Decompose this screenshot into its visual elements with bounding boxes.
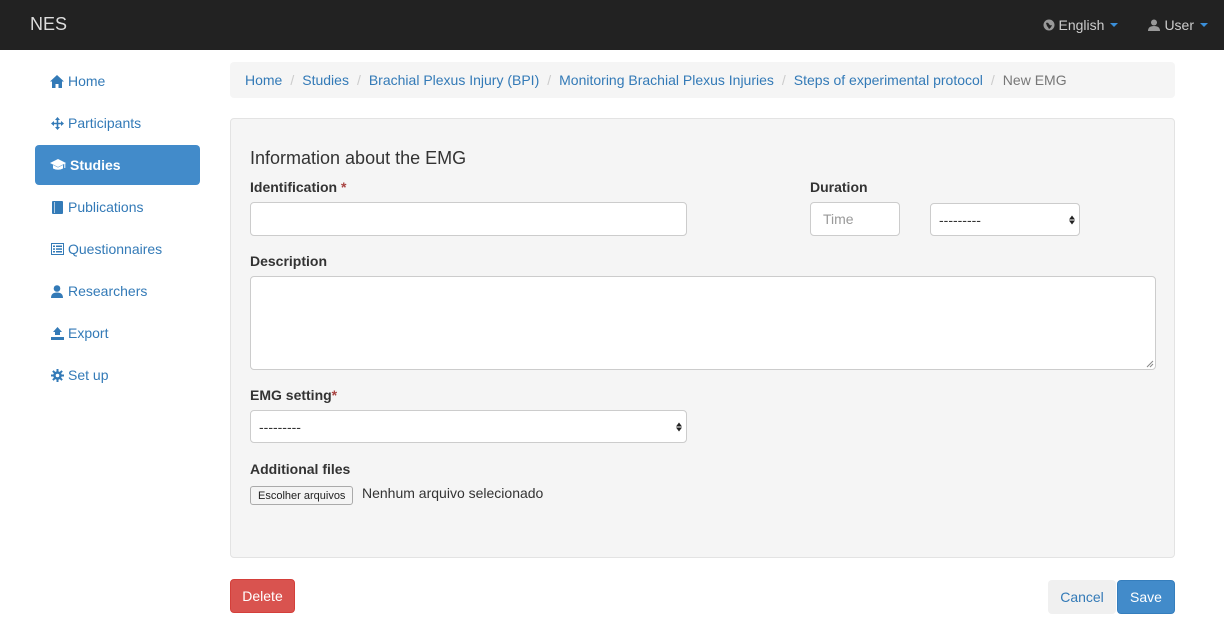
sidebar-item-home[interactable]: Home [35,61,200,101]
globe-icon [1043,19,1055,31]
top-navbar: NES English User [0,0,1224,50]
description-textarea[interactable] [250,276,1156,370]
sidebar-item-label: Questionnaires [68,241,163,257]
user-dropdown[interactable]: User [1148,17,1208,33]
breadcrumb-studies[interactable]: Studies [302,72,349,88]
breadcrumb-protocol-steps[interactable]: Steps of experimental protocol [794,72,983,88]
graduation-cap-icon [50,158,66,172]
user-icon [50,284,64,298]
sidebar-item-label: Participants [68,115,142,131]
breadcrumb-separator: / [290,72,295,88]
identification-label-text: Identification [250,179,338,195]
emg-form-panel: Information about the EMG Identification… [230,118,1175,558]
identification-label: Identification * [250,179,346,195]
sidebar-item-label: Studies [70,157,121,173]
description-label: Description [250,253,328,269]
duration-unit-value: --------- [939,211,981,228]
sidebar-item-label: Export [68,325,109,341]
breadcrumb-separator: / [356,72,361,88]
delete-button[interactable]: Delete [230,579,295,613]
sidebar-item-label: Home [68,73,106,89]
emg-setting-value: --------- [259,418,301,435]
breadcrumb: Home / Studies / Brachial Plexus Injury … [230,62,1175,98]
cancel-button[interactable]: Cancel [1048,580,1116,614]
emg-setting-select[interactable]: --------- [250,410,687,443]
sidebar-item-questionnaires[interactable]: Questionnaires [35,229,200,269]
home-icon [50,74,64,88]
chevron-down-icon [1200,23,1208,27]
sidebar-item-studies[interactable]: Studies [35,145,200,185]
sidebar-item-label: Publications [68,199,144,215]
form-title: Information about the EMG [250,148,467,168]
file-status-text: Nenhum arquivo selecionado [362,485,544,501]
emg-setting-label: EMG setting* [250,387,337,403]
additional-files-label: Additional files [250,461,351,477]
navbar-right: English User [1043,0,1224,50]
user-label: User [1164,17,1194,33]
breadcrumb-experiment[interactable]: Monitoring Brachial Plexus Injuries [559,72,774,88]
duration-label: Duration [810,179,868,195]
sidebar-nav: Home Participants Studies Publications Q… [35,61,200,397]
emg-setting-label-text: EMG setting [250,387,332,403]
duration-unit-select[interactable]: --------- [930,203,1080,236]
language-label: English [1058,17,1105,33]
breadcrumb-separator: / [547,72,552,88]
save-button[interactable]: Save [1117,580,1175,614]
cog-icon [50,368,64,382]
breadcrumb-current: New EMG [1002,72,1067,88]
brand-logo[interactable]: NES [30,14,67,35]
export-icon [50,326,64,340]
breadcrumb-separator: / [990,72,995,88]
identification-input[interactable] [250,202,687,236]
select-arrows-icon [1069,215,1075,224]
sidebar-item-export[interactable]: Export [35,313,200,353]
sidebar-item-label: Researchers [68,283,148,299]
list-alt-icon [50,242,64,256]
required-marker: * [341,179,347,195]
sidebar-item-researchers[interactable]: Researchers [35,271,200,311]
breadcrumb-study[interactable]: Brachial Plexus Injury (BPI) [369,72,539,88]
user-icon [1148,19,1161,31]
sidebar-item-participants[interactable]: Participants [35,103,200,143]
breadcrumb-separator: / [781,72,786,88]
select-arrows-icon [676,422,682,431]
choose-files-button[interactable]: Escolher arquivos [250,486,354,505]
move-icon [50,116,64,130]
sidebar-item-label: Set up [68,367,109,383]
book-icon [50,200,64,214]
resize-grip-icon[interactable] [1146,360,1154,368]
duration-input[interactable] [810,202,900,236]
sidebar-item-publications[interactable]: Publications [35,187,200,227]
language-dropdown[interactable]: English [1043,17,1119,33]
sidebar-item-setup[interactable]: Set up [35,355,200,395]
breadcrumb-home[interactable]: Home [245,72,282,88]
required-marker: * [331,387,338,403]
chevron-down-icon [1110,23,1119,27]
